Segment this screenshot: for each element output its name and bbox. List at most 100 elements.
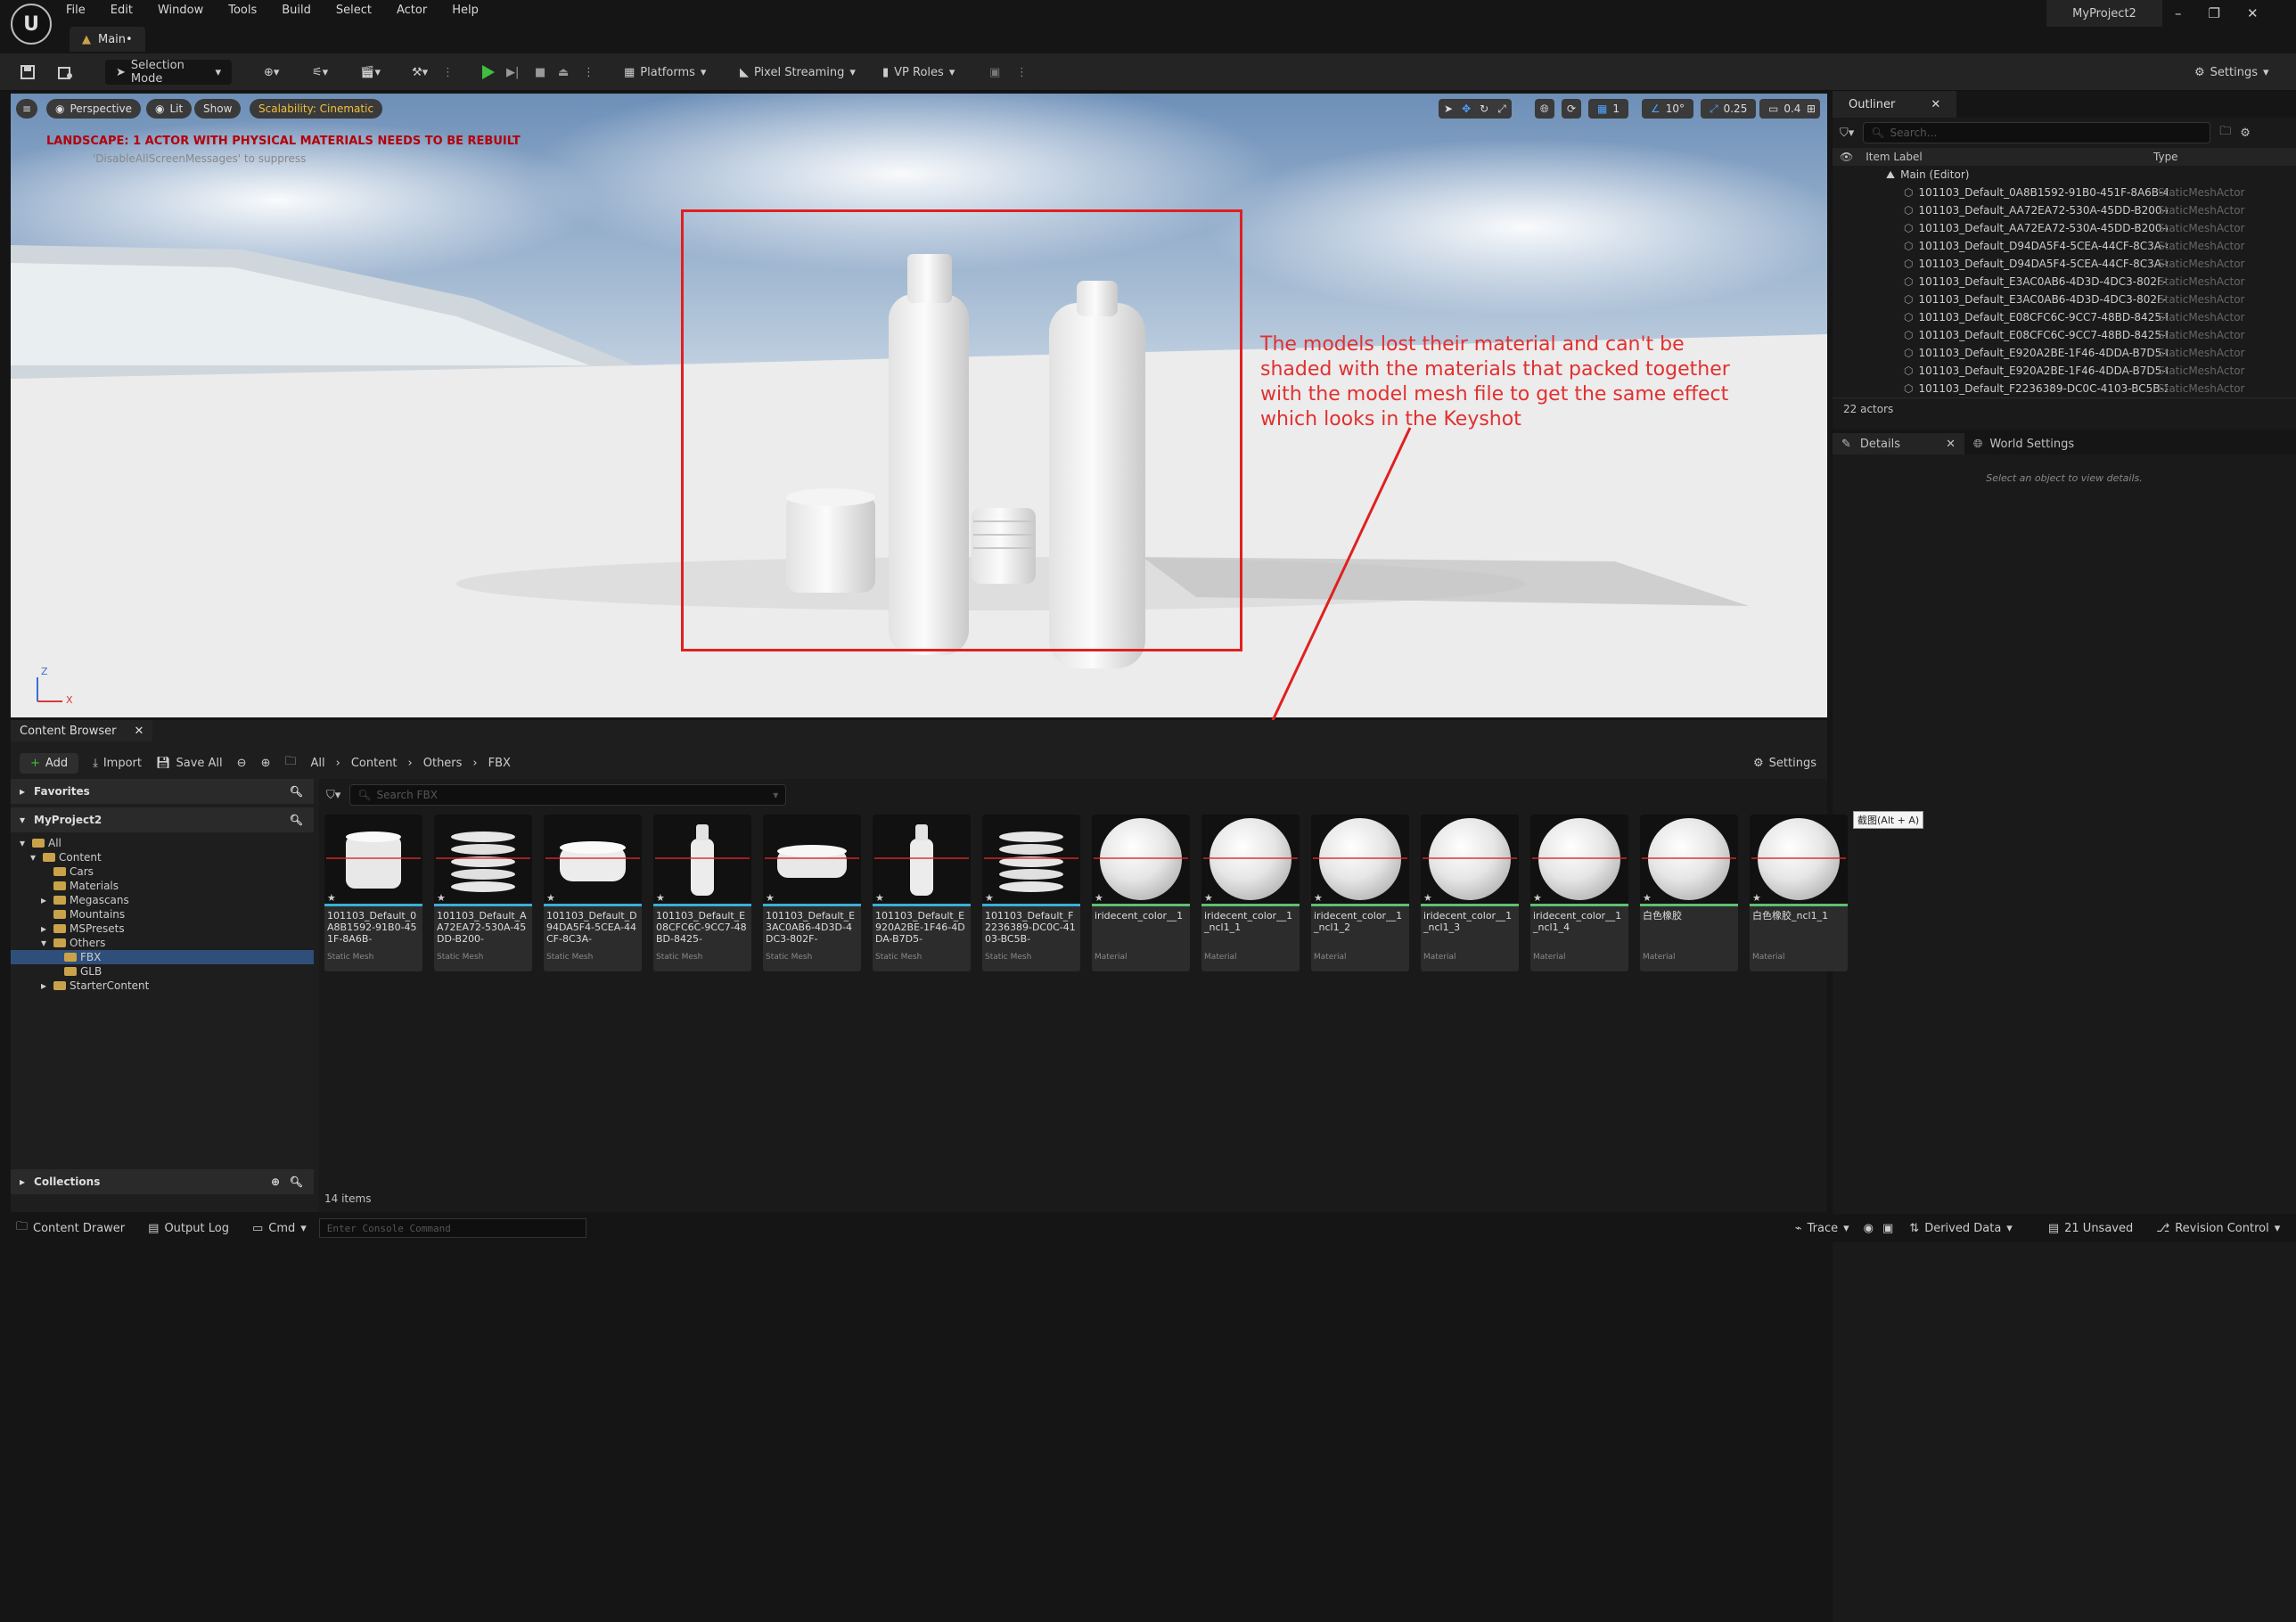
outliner-root-row[interactable]: ⛰ Main (Editor) — [1833, 166, 2296, 184]
output-log-button[interactable]: ▤ Output Log — [148, 1222, 229, 1235]
breadcrumb-fbx[interactable]: FBX — [488, 757, 511, 770]
folder-item-mountains[interactable]: Mountains — [11, 907, 314, 922]
visibility-icon[interactable]: 👁︎ — [1840, 151, 1853, 163]
favorite-star-icon[interactable]: ★ — [1643, 892, 1652, 904]
outliner-row[interactable]: ⬡ 101103_Default_AA72EA72-530A-45DD-B200-… — [1833, 201, 2296, 219]
close-icon[interactable]: ✕ — [1946, 438, 1956, 451]
menu-item-tools[interactable]: Tools — [228, 4, 257, 17]
col-type[interactable]: Type — [2153, 151, 2178, 163]
perspective-button[interactable]: ◉ Perspective — [46, 99, 141, 119]
trace-dropdown[interactable]: ⌁ Trace ▾ — [1795, 1222, 1849, 1235]
outliner-row[interactable]: ⬡ 101103_Default_E3AC0AB6-4D3D-4DC3-802F-… — [1833, 273, 2296, 291]
outliner-row[interactable]: ⬡ 101103_Default_D94DA5F4-5CEA-44CF-8C3A-… — [1833, 255, 2296, 273]
favorite-star-icon[interactable]: ★ — [656, 892, 665, 904]
scale-tool-icon[interactable]: ⤢ — [1497, 102, 1506, 116]
close-icon[interactable]: ✕ — [2247, 5, 2259, 21]
menu-item-help[interactable]: Help — [452, 4, 479, 17]
asset-tile[interactable]: ★ iridecent_color__1 Material — [1092, 815, 1190, 971]
outliner-row[interactable]: ⬡ 101103_Default_E920A2BE-1F46-4DDA-B7D5-… — [1833, 362, 2296, 380]
asset-tile[interactable]: ★ iridecent_color__1_ncl1_1 Material — [1201, 815, 1300, 971]
asset-tile[interactable]: ★ 101103_Default_AA72EA72-530A-45DD-B200-… — [434, 815, 532, 971]
filter-icon[interactable]: ⛉▾ — [326, 789, 340, 802]
play-button[interactable] — [480, 60, 496, 85]
cinematics-button[interactable]: 🎬︎▾ — [360, 60, 381, 85]
history-forward-icon[interactable]: ⊕ — [261, 757, 271, 770]
menu-item-build[interactable]: Build — [282, 4, 311, 17]
derived-data-dropdown[interactable]: ⇅ Derived Data ▾ — [1909, 1222, 2013, 1235]
rotation-snap-button[interactable]: ∠ 10° — [1642, 99, 1694, 119]
favorite-star-icon[interactable]: ★ — [1095, 892, 1103, 904]
favorite-star-icon[interactable]: ★ — [546, 892, 555, 904]
network-icon[interactable]: ▣ — [989, 60, 1000, 85]
favorite-star-icon[interactable]: ★ — [1204, 892, 1213, 904]
level-tab-main[interactable]: ▲ Main• — [70, 27, 145, 52]
toolbar-more-icon[interactable]: ⋮ — [442, 60, 454, 85]
source-control-icon[interactable] — [57, 60, 73, 85]
viewport-menu-button[interactable]: ≡ — [16, 99, 37, 119]
favorite-star-icon[interactable]: ★ — [1533, 892, 1542, 904]
filter-icon[interactable]: ⛉▾ — [1840, 127, 1854, 140]
record-icon[interactable]: ◉ — [1864, 1222, 1874, 1235]
folder-item-startercontent[interactable]: ▸ StarterContent — [11, 979, 314, 993]
menu-item-edit[interactable]: Edit — [111, 4, 133, 17]
folder-item-cars[interactable]: Cars — [11, 864, 314, 879]
asset-tile[interactable]: ★ iridecent_color__1_ncl1_2 Material — [1311, 815, 1409, 971]
favorites-header[interactable]: ▸ Favorites 🔍︎ — [11, 779, 314, 804]
scale-snap-button[interactable]: ⤢ 0.25 — [1701, 99, 1757, 119]
details-tab[interactable]: ✎ Details ✕ — [1833, 433, 1964, 455]
collections-header[interactable]: ▸ Collections ⊕ 🔍︎ — [11, 1169, 314, 1194]
platforms-dropdown[interactable]: ▦ Platforms ▾ — [624, 60, 706, 85]
history-back-icon[interactable]: ⊖ — [237, 757, 247, 770]
asset-tile[interactable]: ★ 白色橡胶 Material — [1640, 815, 1738, 971]
console-input[interactable]: Enter Console Command — [318, 1218, 586, 1238]
asset-tile[interactable]: ★ iridecent_color__1_ncl1_3 Material — [1421, 815, 1519, 971]
outliner-tab[interactable]: Outliner ✕ — [1833, 91, 1957, 118]
asset-tile[interactable]: ★ iridecent_color__1_ncl1_4 Material — [1530, 815, 1628, 971]
build-button[interactable]: ⚒▾ — [412, 60, 428, 85]
toolbar-more-icon[interactable]: ⋮ — [1016, 60, 1028, 85]
asset-tile[interactable]: ★ 101103_Default_0A8B1592-91B0-451F-8A6B-… — [324, 815, 422, 971]
save-icon[interactable] — [20, 60, 36, 85]
level-viewport[interactable]: ≡ ◉ Perspective ◉ Lit Show Scalability: Ci… — [11, 94, 1827, 717]
play-options-icon[interactable]: ⋮ — [583, 60, 594, 85]
folder-item-materials[interactable]: Materials — [11, 879, 314, 893]
scalability-button[interactable]: Scalability: Cinematic — [250, 99, 383, 119]
screenshot-icon[interactable]: ▣ — [1882, 1222, 1893, 1235]
folder-item-all[interactable]: ▾ All — [11, 836, 314, 850]
favorite-star-icon[interactable]: ★ — [437, 892, 446, 904]
revision-control-dropdown[interactable]: ⎇ Revision Control ▾ — [2156, 1222, 2280, 1235]
folder-item-megascans[interactable]: ▸ Megascans — [11, 893, 314, 907]
folder-item-fbx[interactable]: FBX — [11, 950, 314, 964]
blueprint-button[interactable]: ⚟▾ — [312, 60, 328, 85]
world-local-toggle[interactable]: 🌐︎ — [1535, 99, 1554, 119]
minimize-icon[interactable]: – — [2175, 5, 2182, 21]
add-actor-button[interactable]: ⊕▾ — [264, 60, 279, 85]
outliner-row[interactable]: ⬡ 101103_Default_E3AC0AB6-4D3D-4DC3-802F-… — [1833, 291, 2296, 308]
surface-snap-toggle[interactable]: ⟳ — [1562, 99, 1582, 119]
rotate-tool-icon[interactable]: ↻ — [1480, 102, 1488, 115]
favorite-star-icon[interactable]: ★ — [766, 892, 775, 904]
import-button[interactable]: ⤓ Import — [93, 757, 142, 770]
content-drawer-button[interactable]: 🗀 Content Drawer — [16, 1218, 125, 1238]
save-all-button[interactable]: 💾︎ Save All — [156, 757, 223, 770]
grid-snap-button[interactable]: ▦ 1 — [1588, 99, 1628, 119]
show-button[interactable]: Show — [194, 99, 242, 119]
breadcrumb-content[interactable]: Content — [351, 757, 398, 770]
folder-item-others[interactable]: ▾ Others — [11, 936, 314, 950]
breadcrumb-others[interactable]: Others — [423, 757, 463, 770]
col-item-label[interactable]: Item Label — [1866, 151, 1923, 163]
menu-item-file[interactable]: File — [66, 4, 86, 17]
menu-item-select[interactable]: Select — [336, 4, 372, 17]
search-icon[interactable]: 🔍︎ — [290, 1176, 303, 1188]
add-button[interactable]: + Add — [20, 752, 79, 774]
selection-mode-dropdown[interactable]: ➤ Selection Mode ▾ — [105, 59, 232, 86]
gear-icon[interactable]: ⚙ — [2240, 127, 2251, 140]
folder-item-glb[interactable]: GLB — [11, 964, 314, 979]
asset-tile[interactable]: ★ 101103_Default_F2236389-DC0C-4103-BC5B-… — [982, 815, 1080, 971]
outliner-row[interactable]: ⬡ 101103_Default_AA72EA72-530A-45DD-B200-… — [1833, 219, 2296, 237]
vp-roles-dropdown[interactable]: ▮ VP Roles ▾ — [882, 60, 955, 85]
asset-tile[interactable]: ★ 白色橡胶_ncl1_1 Material — [1750, 815, 1848, 971]
asset-tile[interactable]: ★ 101103_Default_E920A2BE-1F46-4DDA-B7D5-… — [873, 815, 971, 971]
asset-tile[interactable]: ★ 101103_Default_D94DA5F4-5CEA-44CF-8C3A-… — [544, 815, 642, 971]
folder-icon[interactable]: 🗀 — [284, 753, 296, 773]
